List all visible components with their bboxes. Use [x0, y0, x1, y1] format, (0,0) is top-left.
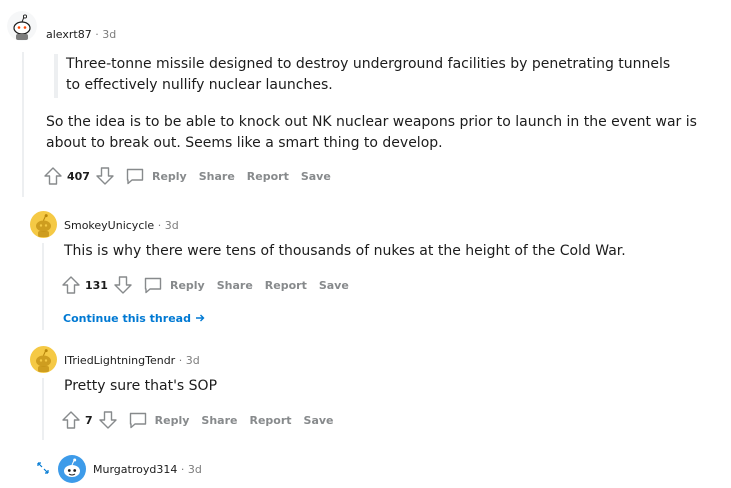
username[interactable]: Murgatroyd314: [93, 463, 177, 476]
comment-age[interactable]: 3d: [186, 354, 200, 367]
username[interactable]: SmokeyUnicycle: [64, 219, 154, 232]
thread-line[interactable]: [42, 378, 44, 440]
report-button[interactable]: Report: [247, 170, 289, 183]
comment-meta: alexrt87 · 3d: [46, 28, 116, 41]
separator-dot: ·: [157, 219, 165, 232]
continue-thread-link[interactable]: Continue this thread: [63, 312, 205, 325]
snoo-avatar-icon: [64, 458, 80, 477]
upvote-icon[interactable]: [42, 165, 64, 187]
separator-dot: ·: [180, 463, 188, 476]
vote-score: 407: [67, 169, 90, 183]
expand-icon[interactable]: [36, 460, 50, 474]
reply-icon: [142, 274, 164, 296]
comment-body: Pretty sure that's SOP: [64, 378, 218, 394]
upvote-icon[interactable]: [60, 409, 82, 431]
comment-age[interactable]: 3d: [165, 219, 179, 232]
downvote-icon[interactable]: [112, 274, 134, 296]
avatar[interactable]: [30, 211, 57, 238]
comment-body: So the idea is to be able to knock out N…: [46, 114, 697, 151]
snoo-avatar-icon: [7, 11, 37, 41]
downvote-icon[interactable]: [94, 165, 116, 187]
avatar[interactable]: [7, 11, 37, 41]
thread-line[interactable]: [42, 243, 44, 330]
share-button[interactable]: Share: [201, 414, 237, 427]
comment-age[interactable]: 3d: [188, 463, 202, 476]
thread-line[interactable]: [22, 52, 24, 197]
save-button[interactable]: Save: [301, 170, 331, 183]
avatar[interactable]: [30, 346, 57, 373]
arrow-right-icon: [195, 312, 205, 325]
comment-meta: ITriedLightningTendr · 3d: [64, 354, 200, 367]
comment-actions: 407 Reply Share Report Save: [42, 164, 331, 188]
save-button[interactable]: Save: [304, 414, 334, 427]
username[interactable]: alexrt87: [46, 28, 92, 41]
share-button[interactable]: Share: [217, 279, 253, 292]
report-button[interactable]: Report: [249, 414, 291, 427]
reply-icon: [127, 409, 149, 431]
reply-button[interactable]: Reply: [127, 409, 190, 431]
blockquote-text: Three-tonne missile designed to destroy …: [66, 56, 671, 93]
comment-actions: 131 Reply Share Report Save: [60, 273, 349, 297]
vote-score: 7: [85, 413, 93, 427]
comment-age[interactable]: 3d: [102, 28, 116, 41]
username[interactable]: ITriedLightningTendr: [64, 354, 175, 367]
snoo-avatar-icon: [36, 349, 51, 372]
save-button[interactable]: Save: [319, 279, 349, 292]
comment-body: This is why there were tens of thousands…: [64, 243, 626, 259]
report-button[interactable]: Report: [265, 279, 307, 292]
reply-label: Reply: [151, 169, 187, 183]
reply-label: Reply: [154, 413, 190, 427]
upvote-icon[interactable]: [60, 274, 82, 296]
downvote-icon[interactable]: [97, 409, 119, 431]
reply-label: Reply: [169, 278, 205, 292]
separator-dot: ·: [178, 354, 186, 367]
comment-actions: 7 Reply Share Report Save: [60, 408, 334, 432]
blockquote-bar: [54, 54, 58, 98]
snoo-avatar-icon: [36, 214, 51, 237]
vote-score: 131: [85, 278, 108, 292]
comment-meta: Murgatroyd314 · 3d: [93, 463, 202, 476]
share-button[interactable]: Share: [199, 170, 235, 183]
comment-meta: SmokeyUnicycle · 3d: [64, 219, 179, 232]
reply-icon: [124, 165, 146, 187]
avatar[interactable]: [58, 455, 86, 483]
reply-button[interactable]: Reply: [142, 274, 205, 296]
reply-button[interactable]: Reply: [124, 165, 187, 187]
continue-thread-label: Continue this thread: [63, 312, 191, 325]
